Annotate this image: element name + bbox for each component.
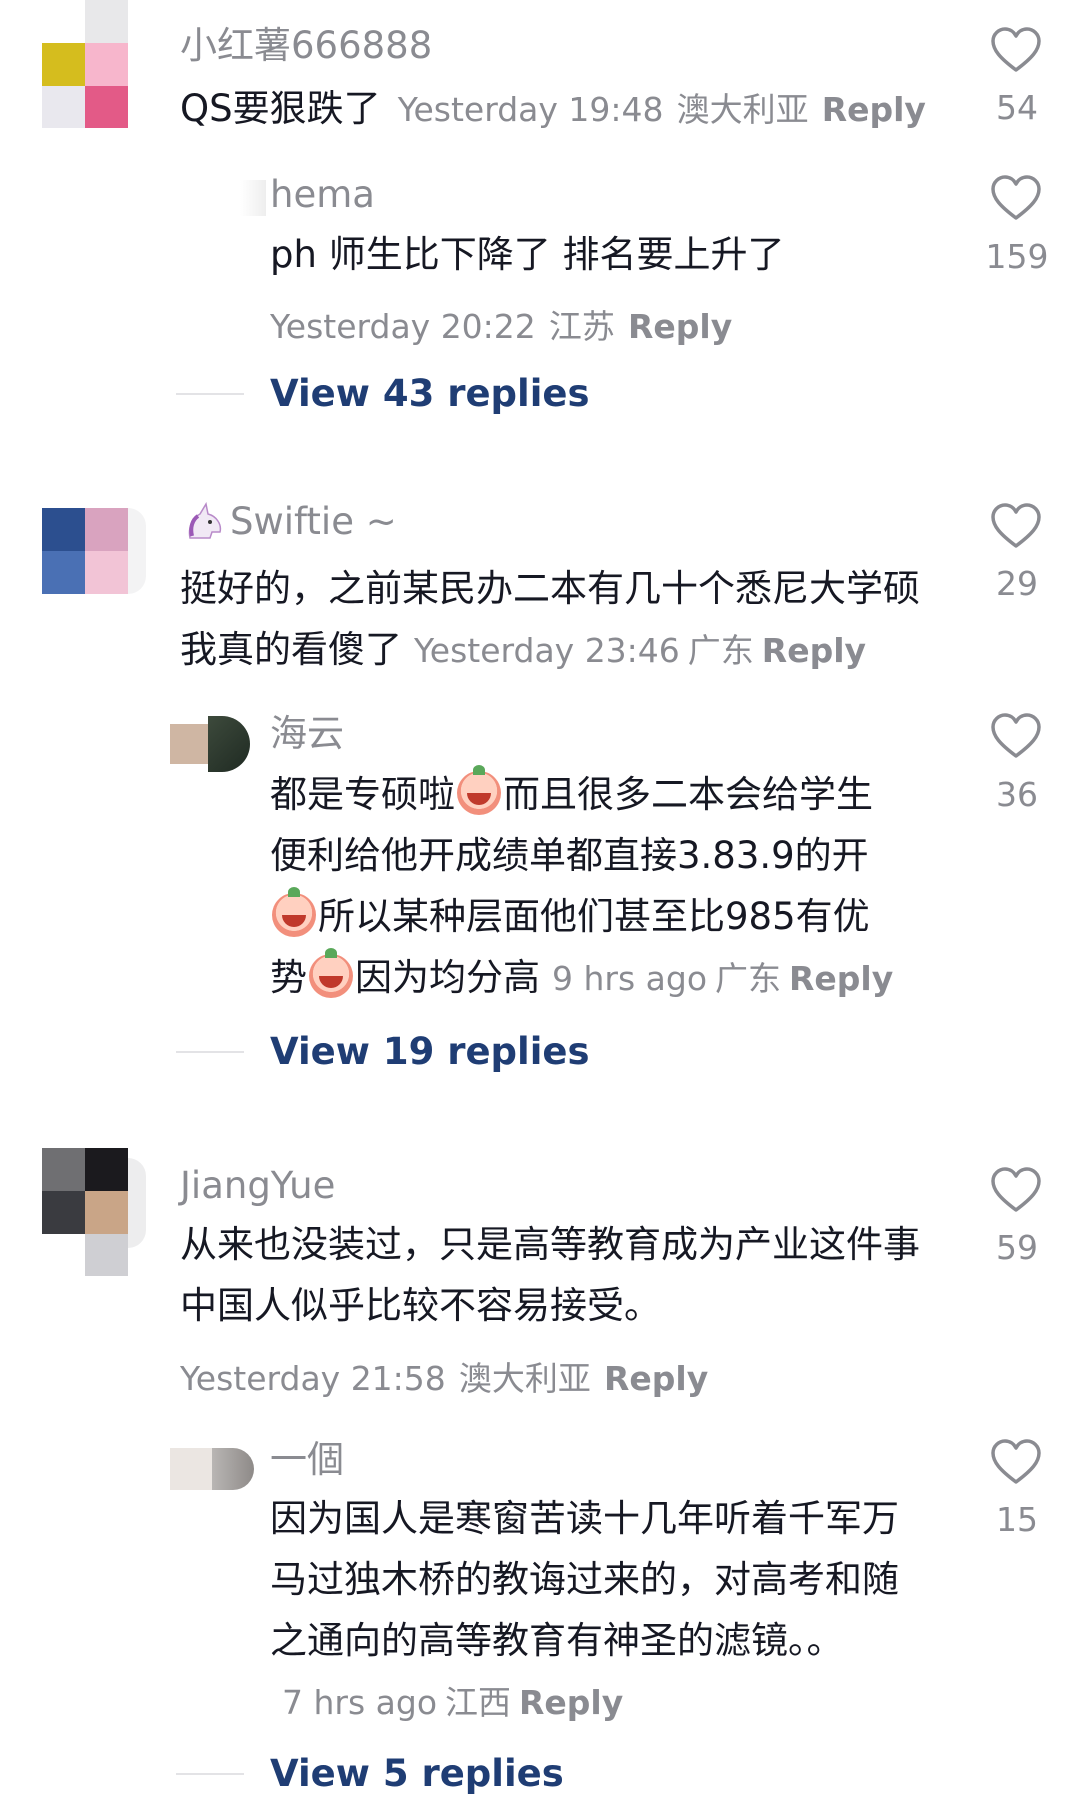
avatar[interactable] [170,1448,254,1490]
like-count: 36 [996,775,1038,814]
reply-username[interactable]: 海云 [270,712,344,756]
reply-button[interactable]: Reply [628,307,732,346]
reply-location: 江西 [445,1683,512,1722]
comment-location: 澳大利亚 [676,90,809,129]
view-replies-button[interactable]: View 43 replies [176,372,590,415]
reply-text-segment: 而且很多二本会给学生 [503,773,873,816]
heart-outline-icon [991,503,1041,548]
reply-text-segment: 便利给他开成绩单都直接3.83.9的开 [270,834,869,877]
crying-face-emoji-icon [309,948,353,998]
reply-button[interactable]: Reply [604,1359,708,1398]
reply-button[interactable]: Reply [519,1683,623,1722]
like-button[interactable] [990,502,1042,554]
comment-username-row[interactable]: Swiftie ~ [182,500,397,544]
comment-body: 挺好的，之前某民办二本有几十个悉尼大学硕我真的看傻了 Yesterday 23:4… [180,558,950,681]
comment-location: 澳大利亚 [458,1359,591,1398]
reply-time: 9 hrs ago [552,959,708,998]
like-count: 54 [996,88,1038,127]
comment-time: Yesterday 21:58 [180,1359,446,1398]
comment-text: 从来也没装过，只是高等教育成为产业这件事中国人似乎比较不容易接受。 [180,1223,920,1327]
reply-meta: Yesterday 20:22 江苏 Reply [270,300,732,348]
reply-text: 都是专硕啦 而且很多二本会给学生 便利给他开成绩单都直接3.83.9的开 所以某种… [270,764,950,1009]
reply-location: 江苏 [548,307,615,346]
reply-username[interactable]: 一個 [270,1438,344,1482]
like-button[interactable] [990,174,1042,226]
reply-text-segment: 因为均分高 [355,956,540,999]
reply-button[interactable]: Reply [789,959,893,998]
view-replies-label: View 5 replies [270,1752,564,1795]
comment-meta: Yesterday 21:58 澳大利亚 Reply [180,1352,708,1400]
reply-text: 因为国人是寒窗苦读十几年听着千军万马过独木桥的教诲过来的，对高考和随之通向的高等… [270,1497,899,1662]
like-button[interactable] [990,712,1042,764]
avatar[interactable] [42,1148,146,1276]
reply-time: Yesterday 20:22 [270,307,536,346]
comment-username[interactable]: JiangYue [180,1164,335,1208]
comment-time: Yesterday 23:46 [414,631,680,670]
divider [176,1772,244,1775]
heart-outline-icon [991,1439,1041,1484]
avatar[interactable] [240,180,266,216]
like-count: 29 [996,564,1038,603]
unicorn-emoji-icon [188,502,222,539]
avatar[interactable] [42,508,146,594]
heart-outline-icon [991,27,1041,72]
reply-time: 7 hrs ago [282,1683,438,1722]
reply-button[interactable]: Reply [822,90,926,129]
comment-time: Yesterday 19:48 [397,90,664,129]
comment-text: QS要狠跌了 [180,87,381,130]
view-replies-button[interactable]: View 5 replies [176,1752,564,1795]
reply-location: 广东 [715,959,782,998]
like-button[interactable] [990,1438,1042,1490]
heart-outline-icon [991,713,1041,758]
reply-username[interactable]: hema [270,173,375,217]
avatar[interactable] [170,716,250,772]
reply-text-segment: 都是专硕啦 [270,773,455,816]
crying-face-emoji-icon [457,765,501,815]
comment-username[interactable]: 小红薯666888 [180,24,432,68]
like-count: 159 [985,237,1049,276]
view-replies-label: View 19 replies [270,1030,590,1073]
view-replies-label: View 43 replies [270,372,590,415]
like-count: 15 [996,1500,1038,1539]
avatar[interactable] [42,0,128,128]
view-replies-button[interactable]: View 19 replies [176,1030,590,1073]
crying-face-emoji-icon [272,887,316,937]
divider [176,392,244,395]
reply-text: ph 师生比下降了 排名要上升了 [270,233,785,276]
comment-body: QS要狠跌了 Yesterday 19:48 澳大利亚 Reply [180,78,926,139]
like-count: 59 [996,1228,1038,1267]
reply-button[interactable]: Reply [762,631,866,670]
reply-text-segment: 所以某种层面他们甚至比985有优 [318,895,870,938]
like-button[interactable] [990,26,1042,78]
reply-body: 因为国人是寒窗苦读十几年听着千军万马过独木桥的教诲过来的，对高考和随之通向的高等… [270,1488,910,1733]
comment-location: 广东 [687,631,754,670]
divider [176,1050,244,1053]
like-button[interactable] [990,1166,1042,1218]
heart-outline-icon [991,1167,1041,1212]
comment-username[interactable]: Swiftie ~ [230,500,397,544]
heart-outline-icon [991,175,1041,220]
reply-text-segment: 势 [270,956,307,999]
